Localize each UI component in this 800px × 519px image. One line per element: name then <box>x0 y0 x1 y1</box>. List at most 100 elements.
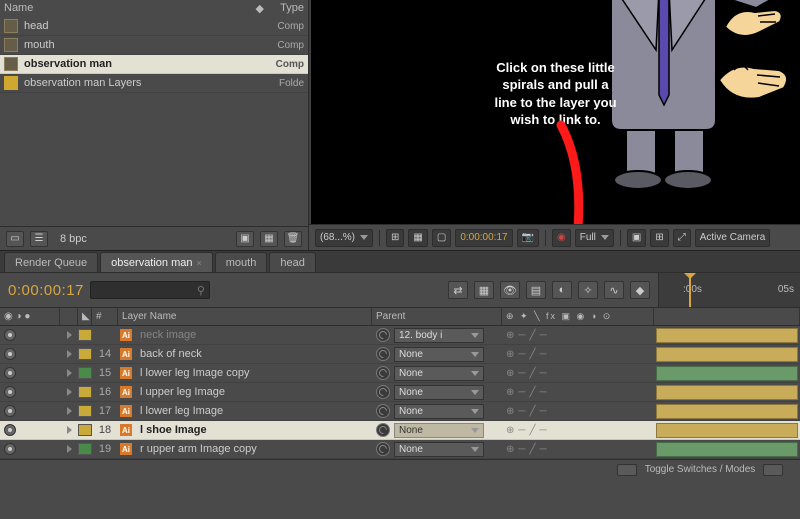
timeline-tab[interactable]: Render Queue <box>4 252 98 272</box>
draft3d-icon[interactable]: ▦ <box>474 281 494 299</box>
label-color[interactable] <box>78 443 92 455</box>
parent-pickwhip-icon[interactable] <box>376 347 390 361</box>
close-icon[interactable]: × <box>197 258 202 268</box>
toggle-switches-modes[interactable]: Toggle Switches / Modes <box>600 460 800 479</box>
playhead[interactable] <box>689 273 691 307</box>
col-layer-name[interactable]: Layer Name <box>118 308 372 325</box>
visibility-toggle[interactable] <box>4 405 16 417</box>
layer-search-input[interactable]: ⚲ <box>90 281 210 299</box>
parent-pickwhip-icon[interactable] <box>376 404 390 418</box>
layer-name[interactable]: l lower leg Image <box>134 405 372 417</box>
expand-toggle[interactable] <box>60 331 78 339</box>
parent-dropdown[interactable]: None <box>394 385 484 400</box>
parent-pickwhip-icon[interactable] <box>376 328 390 342</box>
label-color[interactable] <box>78 367 92 379</box>
composition-canvas[interactable]: Click on these little spirals and pull a… <box>311 0 800 224</box>
layer-duration-bar[interactable] <box>656 328 798 343</box>
parent-dropdown[interactable]: None <box>394 423 484 438</box>
layer-duration-bar[interactable] <box>656 347 798 362</box>
grid-icon[interactable]: ⊞ <box>650 229 668 247</box>
project-col-name[interactable]: Name <box>4 2 256 15</box>
new-folder-icon[interactable]: ▣ <box>236 231 254 247</box>
current-timecode[interactable]: 0:00:00:17 <box>8 282 84 299</box>
frame-blend-icon[interactable]: ▤ <box>526 281 546 299</box>
visibility-toggle[interactable] <box>4 424 16 436</box>
layer-row[interactable]: 17Ail lower leg ImageNone⊕─╱─ <box>0 402 800 421</box>
motion-blur-icon[interactable]: ◐ <box>552 281 572 299</box>
expand-toggle[interactable] <box>60 445 78 453</box>
col-num[interactable]: # <box>92 308 118 325</box>
zoom-dropdown[interactable]: (68...%) <box>315 229 373 247</box>
visibility-toggle[interactable] <box>4 367 16 379</box>
transparency-grid-icon[interactable]: ▦ <box>408 229 427 247</box>
layer-row[interactable]: 19Air upper arm Image copyNone⊕─╱─ <box>0 440 800 459</box>
layer-name[interactable]: l shoe Image <box>134 424 372 436</box>
expand-toggle[interactable] <box>60 369 78 377</box>
project-label-icon[interactable]: ◆ <box>256 2 264 15</box>
parent-pickwhip-icon[interactable] <box>376 442 390 456</box>
layer-name[interactable]: back of neck <box>134 348 372 360</box>
layer-switches[interactable]: ⊕─╱─ <box>502 387 654 398</box>
label-color[interactable] <box>78 329 92 341</box>
resolution-grid-icon[interactable]: ⊞ <box>386 229 404 247</box>
channel-icon[interactable]: ◉ <box>552 229 571 247</box>
layer-duration-bar[interactable] <box>656 442 798 457</box>
layer-switches[interactable]: ⊕─╱─ <box>502 330 654 341</box>
layer-row[interactable]: 15Ail lower leg Image copyNone⊕─╱─ <box>0 364 800 383</box>
project-col-type[interactable]: Type <box>264 2 304 15</box>
layer-row[interactable]: 16Ail upper leg ImageNone⊕─╱─ <box>0 383 800 402</box>
layer-duration-bar[interactable] <box>656 423 798 438</box>
graph-editor-icon[interactable]: ∿ <box>604 281 624 299</box>
label-color[interactable] <box>78 405 92 417</box>
layer-switches[interactable]: ⊕─╱─ <box>502 444 654 455</box>
layer-switches[interactable]: ⊕─╱─ <box>502 406 654 417</box>
resolution-dropdown[interactable]: Full <box>575 229 614 247</box>
project-settings-icon[interactable]: ☰ <box>30 231 48 247</box>
auto-keyframe-icon[interactable]: ◆ <box>630 281 650 299</box>
roi-icon[interactable]: ▣ <box>627 229 646 247</box>
brainstorm-icon[interactable]: ✧ <box>578 281 598 299</box>
snapshot-icon[interactable]: 📷 <box>517 229 539 247</box>
layer-row[interactable]: Aineck image12. body i⊕─╱─ <box>0 326 800 345</box>
guides-icon[interactable]: ⤢ <box>673 229 691 247</box>
layer-switches[interactable]: ⊕─╱─ <box>502 425 654 436</box>
visibility-toggle[interactable] <box>4 348 16 360</box>
parent-dropdown[interactable]: None <box>394 404 484 419</box>
bpc-button[interactable]: 8 bpc <box>54 233 93 245</box>
label-color[interactable] <box>78 386 92 398</box>
comp-mini-flowchart-icon[interactable]: ⇄ <box>448 281 468 299</box>
layer-row[interactable]: 18Ail shoe ImageNone⊕─╱─ <box>0 421 800 440</box>
expand-toggle[interactable] <box>60 388 78 396</box>
visibility-toggle[interactable] <box>4 329 16 341</box>
expand-toggle[interactable] <box>60 426 78 434</box>
parent-dropdown[interactable]: None <box>394 442 484 457</box>
parent-pickwhip-icon[interactable] <box>376 385 390 399</box>
project-item[interactable]: mouthComp <box>0 36 308 55</box>
visibility-toggle[interactable] <box>4 443 16 455</box>
project-item[interactable]: observation man LayersFolde <box>0 74 308 93</box>
layer-switches[interactable]: ⊕─╱─ <box>502 368 654 379</box>
timeline-tab[interactable]: observation man× <box>100 252 213 272</box>
parent-dropdown[interactable]: 12. body i <box>394 328 484 343</box>
label-color[interactable] <box>78 424 92 436</box>
parent-dropdown[interactable]: None <box>394 347 484 362</box>
layer-duration-bar[interactable] <box>656 385 798 400</box>
expand-toggle[interactable] <box>60 407 78 415</box>
viewer-timecode[interactable]: 0:00:00:17 <box>455 229 512 247</box>
label-color[interactable] <box>78 348 92 360</box>
layer-row[interactable]: 14Aiback of neckNone⊕─╱─ <box>0 345 800 364</box>
mask-icon[interactable]: ▢ <box>432 229 451 247</box>
expand-toggle[interactable] <box>60 350 78 358</box>
timeline-tab[interactable]: head <box>269 252 315 272</box>
layer-name[interactable]: r upper arm Image copy <box>134 443 372 455</box>
time-ruler[interactable]: :00s 05s <box>658 273 800 307</box>
layer-name[interactable]: neck image <box>134 329 372 341</box>
timeline-tab[interactable]: mouth <box>215 252 268 272</box>
layer-name[interactable]: l lower leg Image copy <box>134 367 372 379</box>
layer-duration-bar[interactable] <box>656 404 798 419</box>
parent-pickwhip-icon[interactable] <box>376 423 390 437</box>
camera-dropdown[interactable]: Active Camera <box>695 229 771 247</box>
layer-name[interactable]: l upper leg Image <box>134 386 372 398</box>
new-comp-icon[interactable]: ▦ <box>260 231 278 247</box>
project-item[interactable]: headComp <box>0 17 308 36</box>
